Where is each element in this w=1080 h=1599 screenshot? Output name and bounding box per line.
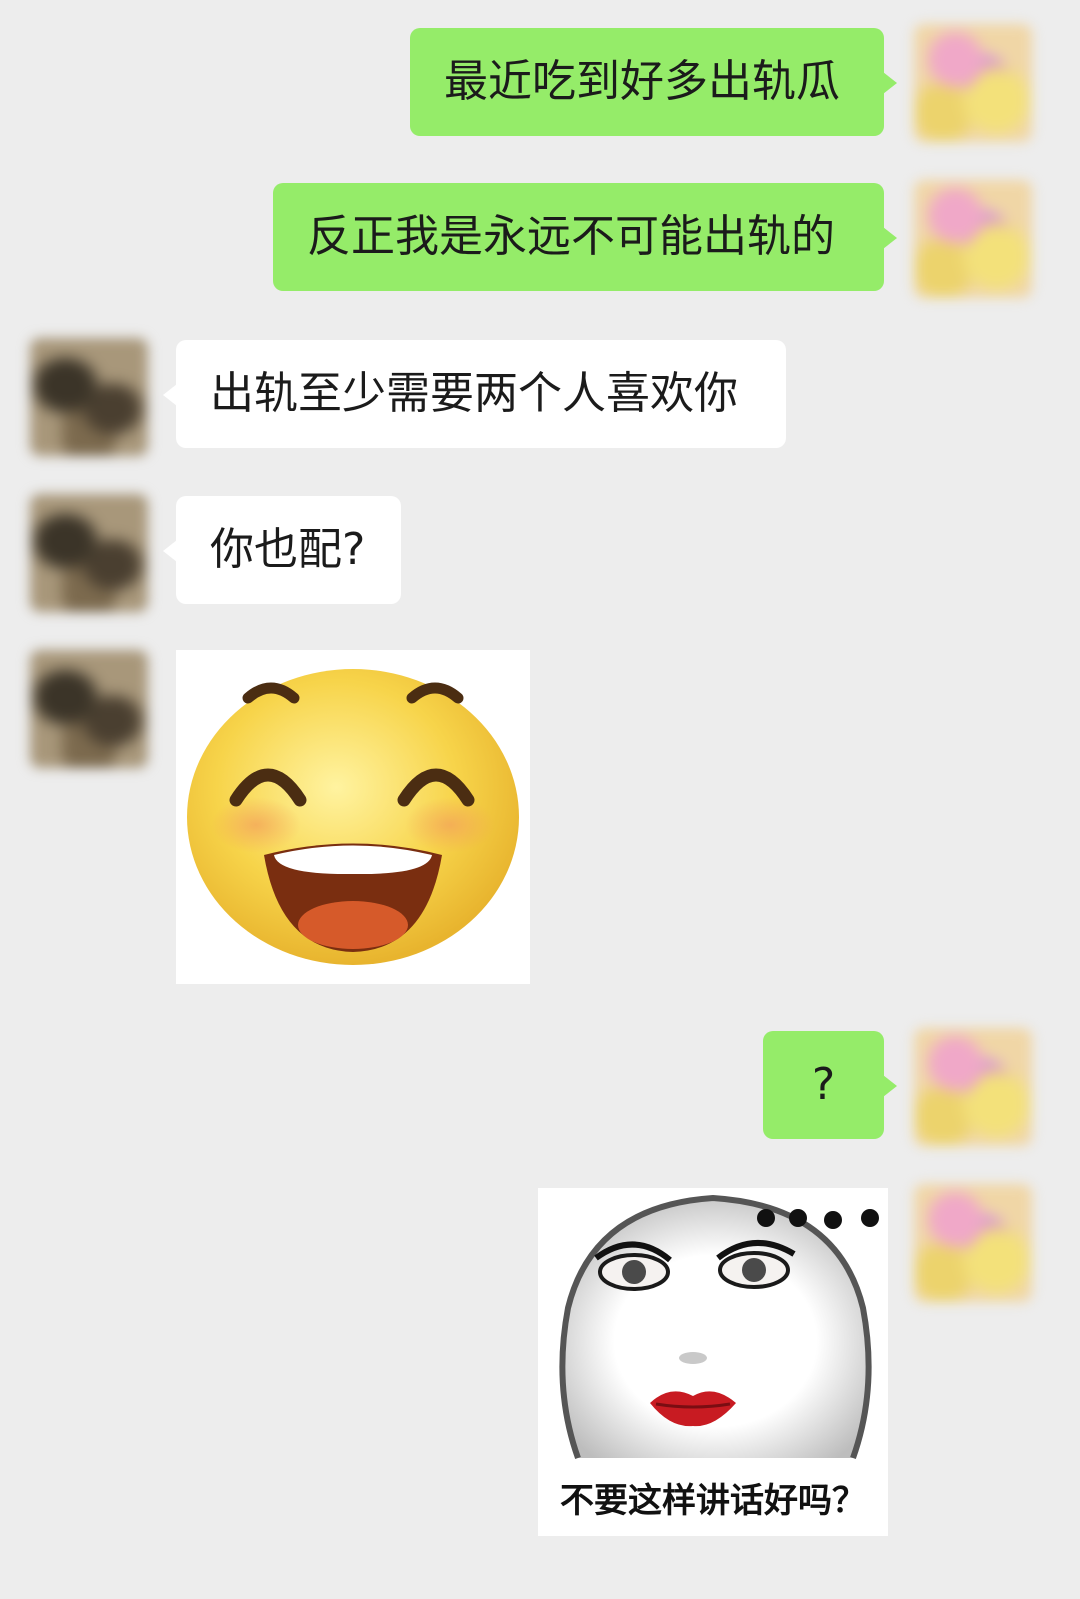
message-bubble-received[interactable]: 出轨至少需要两个人喜欢你	[163, 340, 786, 448]
laughing-emoji-sticker[interactable]	[176, 650, 530, 984]
my-avatar[interactable]	[914, 1184, 1032, 1302]
my-avatar[interactable]	[914, 24, 1032, 142]
message-text: 反正我是永远不可能出轨的	[307, 211, 835, 262]
message-text: 出轨至少需要两个人喜欢你	[210, 368, 738, 419]
message-bubble-sent[interactable]: 反正我是永远不可能出轨的	[273, 183, 897, 291]
my-avatar[interactable]	[914, 180, 1032, 298]
message-text: 你也配?	[210, 524, 366, 575]
my-avatar[interactable]	[914, 1028, 1032, 1146]
message-bubble-received[interactable]: 你也配?	[163, 496, 401, 604]
meme-face-sticker[interactable]: 不要这样讲话好吗？	[538, 1188, 888, 1536]
contact-avatar[interactable]	[30, 494, 148, 612]
message-bubble-sent[interactable]: 最近吃到好多出轨瓜	[410, 28, 897, 136]
message-text: 最近吃到好多出轨瓜	[444, 56, 840, 107]
laughing-emoji-icon	[187, 669, 519, 965]
contact-avatar[interactable]	[30, 650, 148, 768]
message-bubble-sent[interactable]: ?	[763, 1031, 897, 1139]
message-text: ?	[811, 1059, 836, 1110]
contact-avatar[interactable]	[30, 338, 148, 456]
sticker-caption: 不要这样讲话好吗？	[560, 1481, 866, 1521]
